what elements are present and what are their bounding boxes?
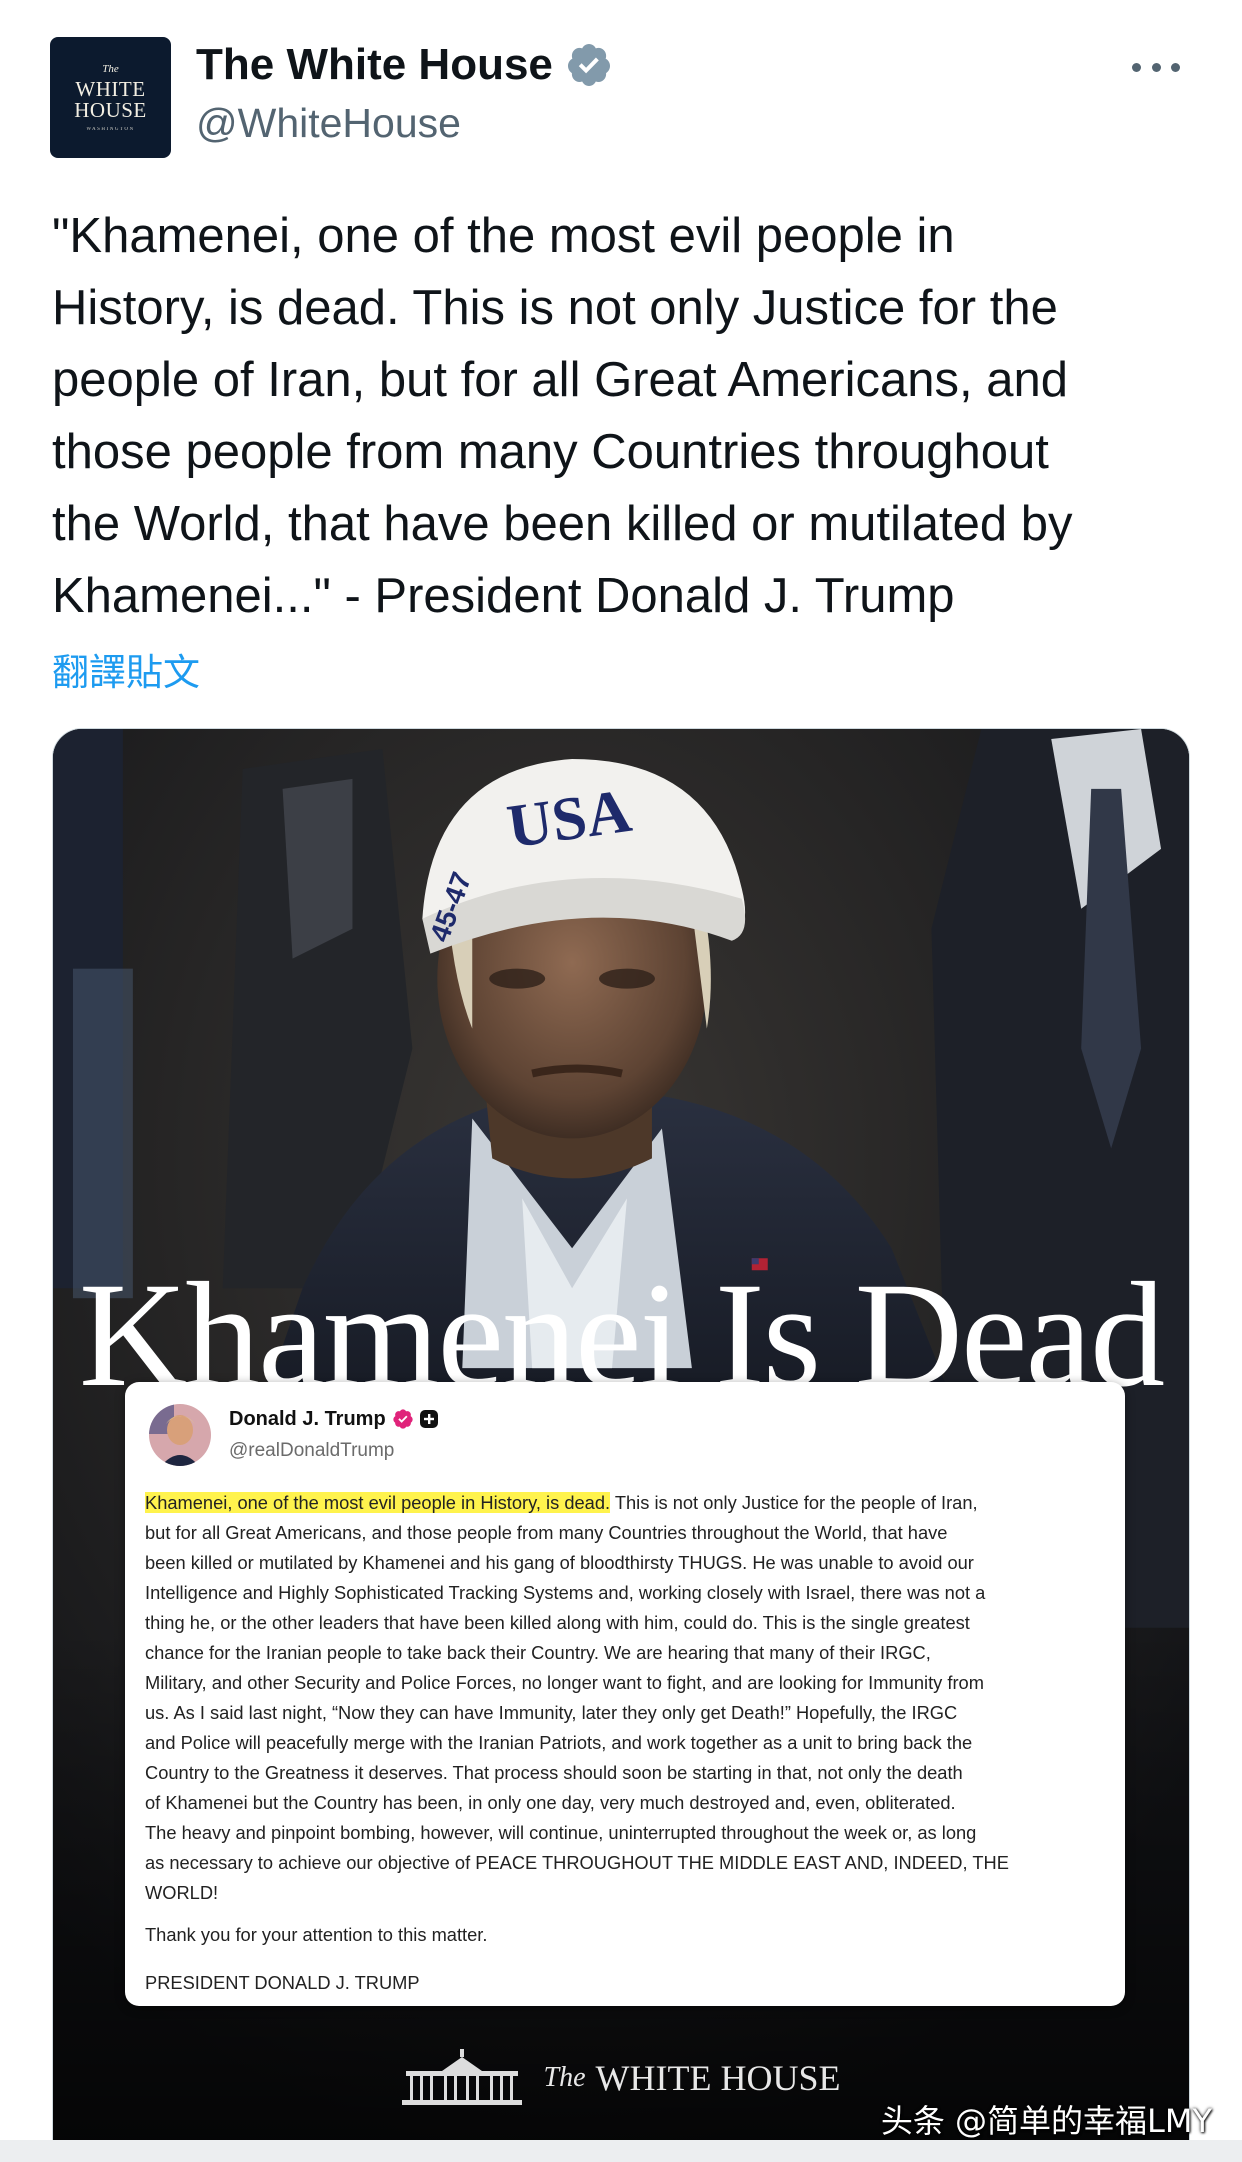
line1-rest: This is not only Justice for the people … <box>610 1492 978 1513</box>
embedded-post-line: Military, and other Security and Police … <box>145 1672 984 1693</box>
avatar-word1-text: WHITE <box>75 76 146 101</box>
highlighted-sentence: Khamenei, one of the most evil people in… <box>145 1492 611 1513</box>
translate-post-link[interactable]: 翻譯貼文 <box>52 642 200 696</box>
embedded-post-line: been killed or mutilated by Khamenei and… <box>145 1552 974 1573</box>
footer-the-text: The <box>543 2062 586 2093</box>
trump-avatar <box>149 1404 211 1466</box>
embedded-post-body: Khamenei, one of the most evil people in… <box>145 1488 1111 1908</box>
avatar-sub-text: WASHINGTON <box>86 126 135 132</box>
plus-square-icon <box>419 1410 438 1428</box>
embedded-post-line: and Police will peacefully merge with th… <box>145 1732 973 1753</box>
verified-badge-icon <box>393 1409 413 1429</box>
more-dot <box>1171 62 1180 72</box>
avatar-word2-text: HOUSE <box>74 97 147 122</box>
embedded-post-handle: @realDonaldTrump <box>229 1440 395 1461</box>
tweet-media-image[interactable]: USA 45-47 Khamenei Is Dead Donald J. Tru… <box>52 728 1190 2162</box>
more-dot <box>1151 62 1161 72</box>
embedded-post-card: Donald J. Trump @realDonaldTrump Khamene… <box>125 1382 1125 2006</box>
embedded-post-thanks: Thank you for your attention to this mat… <box>145 1924 488 1945</box>
tweet-text: "Khamenei, one of the most evil people i… <box>52 209 1073 623</box>
account-handle[interactable]: @WhiteHouse <box>196 100 461 147</box>
embedded-post-name: Donald J. Trump <box>229 1407 386 1430</box>
account-avatar[interactable]: The WHITE HOUSE WASHINGTON <box>50 37 171 158</box>
embedded-post-signature: PRESIDENT DONALD J. TRUMP <box>145 1972 420 1993</box>
embedded-post-line: Khamenei, one of the most evil people in… <box>145 1488 1111 1518</box>
watermark-text: 头条 @简单的幸福LMY <box>880 2102 1212 2140</box>
avatar-the-text: The <box>102 62 119 75</box>
embedded-post-line: as necessary to achieve our objective of… <box>145 1852 1009 1873</box>
embedded-post-line: us. As I said last night, “Now they can … <box>145 1702 958 1723</box>
footer-white-house-text: WHITE HOUSE <box>595 2058 841 2098</box>
embedded-post-line: Country to the Greatness it deserves. Th… <box>145 1762 963 1783</box>
embedded-post-line: The heavy and pinpoint bombing, however,… <box>145 1822 977 1843</box>
white-house-building-icon <box>401 2049 522 2105</box>
bottom-strip <box>0 2140 1242 2162</box>
more-horizontal-icon[interactable] <box>1132 52 1180 82</box>
embedded-post-line: chance for the Iranian people to take ba… <box>145 1642 931 1663</box>
verified-badge-icon[interactable] <box>565 41 613 89</box>
display-name-row: The White House <box>196 36 613 94</box>
embedded-post-name-row: Donald J. Trump <box>229 1406 439 1432</box>
embedded-post-line: but for all Great Americans, and those p… <box>145 1522 948 1543</box>
embedded-post-line: WORLD! <box>145 1882 219 1903</box>
embedded-post-line: of Khamenei but the Country has been, in… <box>145 1792 956 1813</box>
embedded-post-line: thing he, or the other leaders that have… <box>145 1612 970 1633</box>
display-name[interactable]: The White House <box>196 40 553 90</box>
embedded-post-line: Intelligence and Highly Sophisticated Tr… <box>145 1582 986 1603</box>
more-dot <box>1132 62 1141 72</box>
